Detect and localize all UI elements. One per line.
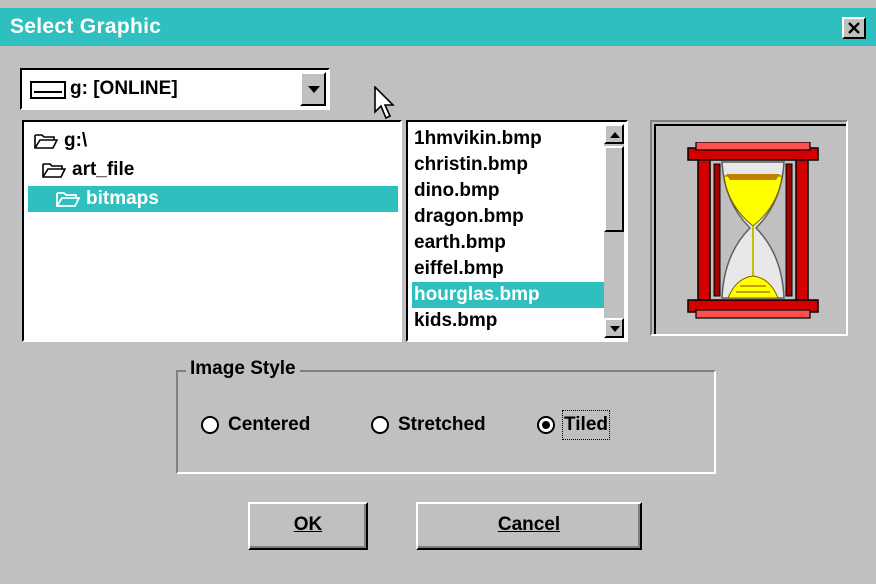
open-folder-icon (56, 192, 80, 207)
ok-button-label: OK (293, 514, 323, 535)
chevron-down-icon (308, 86, 320, 93)
radio-label: Tiled (562, 410, 610, 440)
image-preview (650, 120, 848, 336)
file-item-selected[interactable]: hourglas.bmp (412, 282, 604, 308)
open-folder-icon (34, 134, 58, 149)
close-button[interactable] (842, 17, 866, 39)
scroll-up-button[interactable] (604, 124, 624, 144)
open-folder-icon (42, 163, 66, 178)
hourglass-icon (687, 142, 819, 319)
scroll-down-button[interactable] (604, 318, 624, 338)
select-graphic-dialog: Select Graphic g: [ONLINE] g:\ art_file … (0, 0, 876, 584)
file-item[interactable]: dino.bmp (412, 178, 604, 204)
ok-button[interactable]: OK (248, 502, 368, 550)
dialog-title: Select Graphic (10, 15, 162, 38)
cancel-button[interactable]: Cancel (416, 502, 642, 550)
file-item[interactable]: kids.bmp (412, 308, 604, 334)
file-list-scrollbar[interactable] (604, 124, 624, 338)
title-bar[interactable]: Select Graphic (0, 8, 876, 46)
radio-checked-icon (537, 416, 555, 434)
radio-label: Stretched (398, 414, 486, 435)
directory-item-root[interactable]: g:\ (34, 128, 234, 154)
image-style-legend: Image Style (186, 358, 300, 380)
directory-item-bitmaps[interactable]: bitmaps (28, 186, 398, 212)
file-item[interactable]: eiffel.bmp (412, 256, 604, 282)
file-item[interactable]: 1hmvikin.bmp (412, 126, 604, 152)
arrow-down-icon (610, 326, 620, 332)
drive-value: g: [ONLINE] (70, 78, 178, 99)
preview-frame (654, 124, 846, 334)
cancel-button-label: Cancel (497, 514, 561, 535)
file-list[interactable]: 1hmvikin.bmp christin.bmp dino.bmp drago… (406, 120, 628, 342)
mouse-cursor-icon (374, 86, 395, 120)
directory-list[interactable]: g:\ art_file bitmaps (22, 120, 402, 342)
image-style-group: Image Style Centered Stretched Tiled (176, 358, 716, 474)
directory-label: g:\ (64, 130, 88, 151)
drive-dropdown[interactable]: g: [ONLINE] (20, 68, 330, 110)
directory-label: art_file (72, 159, 135, 180)
drive-icon (30, 81, 66, 99)
close-icon (848, 22, 860, 34)
dropdown-arrow-button[interactable] (300, 72, 326, 106)
directory-item-art-file[interactable]: art_file (42, 157, 242, 183)
arrow-up-icon (610, 132, 620, 138)
scroll-thumb[interactable] (604, 146, 624, 232)
radio-unchecked-icon (371, 416, 389, 434)
radio-label: Centered (228, 414, 311, 435)
file-item[interactable]: dragon.bmp (412, 204, 604, 230)
file-item[interactable]: earth.bmp (412, 230, 604, 256)
radio-unchecked-icon (201, 416, 219, 434)
file-item[interactable]: christin.bmp (412, 152, 604, 178)
directory-label: bitmaps (86, 188, 159, 209)
